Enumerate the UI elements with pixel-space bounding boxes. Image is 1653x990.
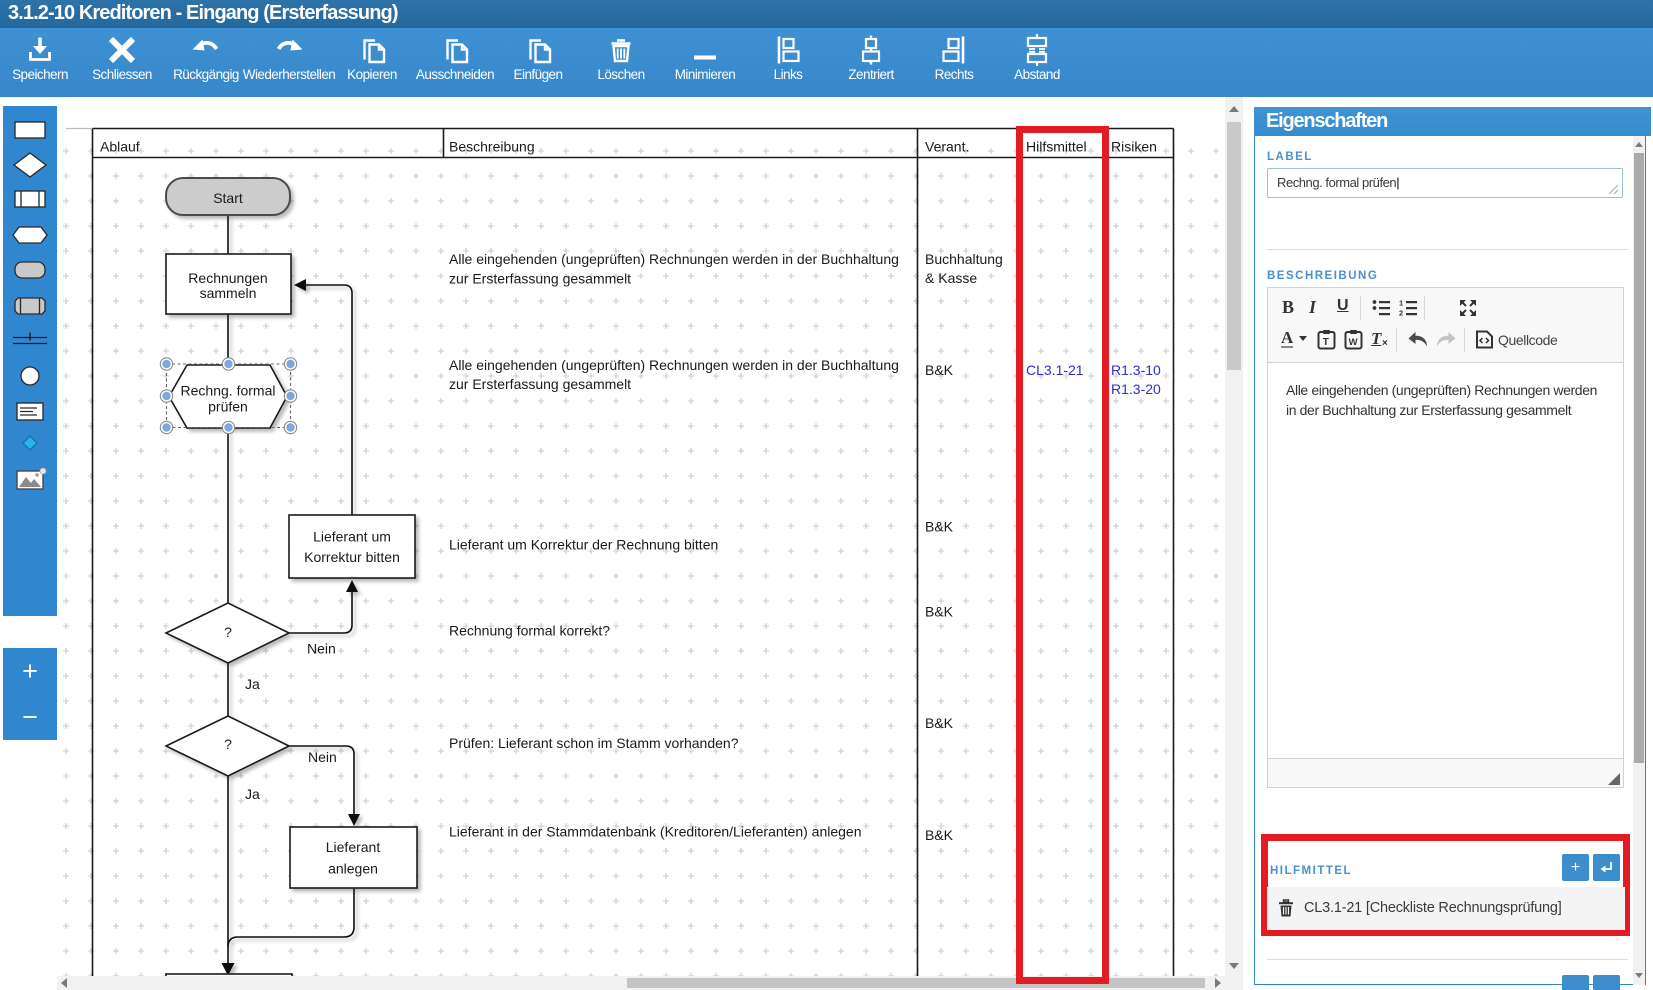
svg-text:?: ? [224,736,232,752]
svg-text:anlegen: anlegen [328,861,378,877]
svg-text:B&K: B&K [925,603,954,619]
svg-text:Buchhaltung: Buchhaltung [925,251,1003,267]
svg-text:Beschreibung: Beschreibung [449,139,535,155]
svg-text:Lieferant um Korrektur der Rec: Lieferant um Korrektur der Rechnung bitt… [449,537,718,553]
svg-text:zur Ersterfassung gesammelt: zur Ersterfassung gesammelt [449,376,631,392]
svg-text:Nein: Nein [307,641,336,657]
svg-text:Ablauf: Ablauf [100,139,140,155]
svg-text:1: 1 [1399,299,1403,308]
svg-text:Rechnung formal korrekt?: Rechnung formal korrekt? [449,623,610,639]
svg-text:Alle eingehenden (ungeprüften): Alle eingehenden (ungeprüften) Rechnunge… [449,357,899,373]
svg-text:Korrektur bitten: Korrektur bitten [304,549,400,565]
svg-text:Prüfen: Lieferant schon im Sta: Prüfen: Lieferant schon im Stamm vorhand… [449,735,739,751]
svg-text:R1.3-10: R1.3-10 [1111,362,1161,378]
svg-text:Verant.: Verant. [925,139,969,155]
svg-text:sammeln: sammeln [200,285,257,301]
svg-text:Lieferant um: Lieferant um [313,529,391,545]
svg-text:W: W [1349,337,1358,348]
svg-text:Nein: Nein [308,749,337,765]
svg-text:Rechnungen: Rechnungen [188,270,267,286]
svg-text:?: ? [224,624,232,640]
svg-text:B&K: B&K [925,827,954,843]
svg-text:prüfen: prüfen [208,399,248,415]
svg-text:Risiken: Risiken [1111,139,1157,155]
svg-text:Ja: Ja [245,786,260,802]
svg-text:Alle eingehenden (ungeprüften): Alle eingehenden (ungeprüften) Rechnunge… [449,251,899,267]
svg-text:B&K: B&K [925,715,954,731]
svg-text:B&K: B&K [925,519,954,535]
svg-text:Rechng. formal: Rechng. formal [181,383,276,399]
svg-text:Ja: Ja [245,676,260,692]
svg-text:R1.3-20: R1.3-20 [1111,381,1161,397]
svg-text:T: T [1323,337,1329,348]
svg-text:Lieferant in der Stammdatenban: Lieferant in der Stammdatenbank (Kredito… [449,824,861,840]
svg-text:B&K: B&K [925,362,954,378]
svg-text:& Kasse: & Kasse [925,270,977,286]
svg-text:Start: Start [213,190,243,206]
svg-text:Lieferant: Lieferant [326,839,381,855]
svg-text:zur Ersterfassung gesammelt: zur Ersterfassung gesammelt [449,270,631,286]
svg-text:2: 2 [1399,309,1403,317]
